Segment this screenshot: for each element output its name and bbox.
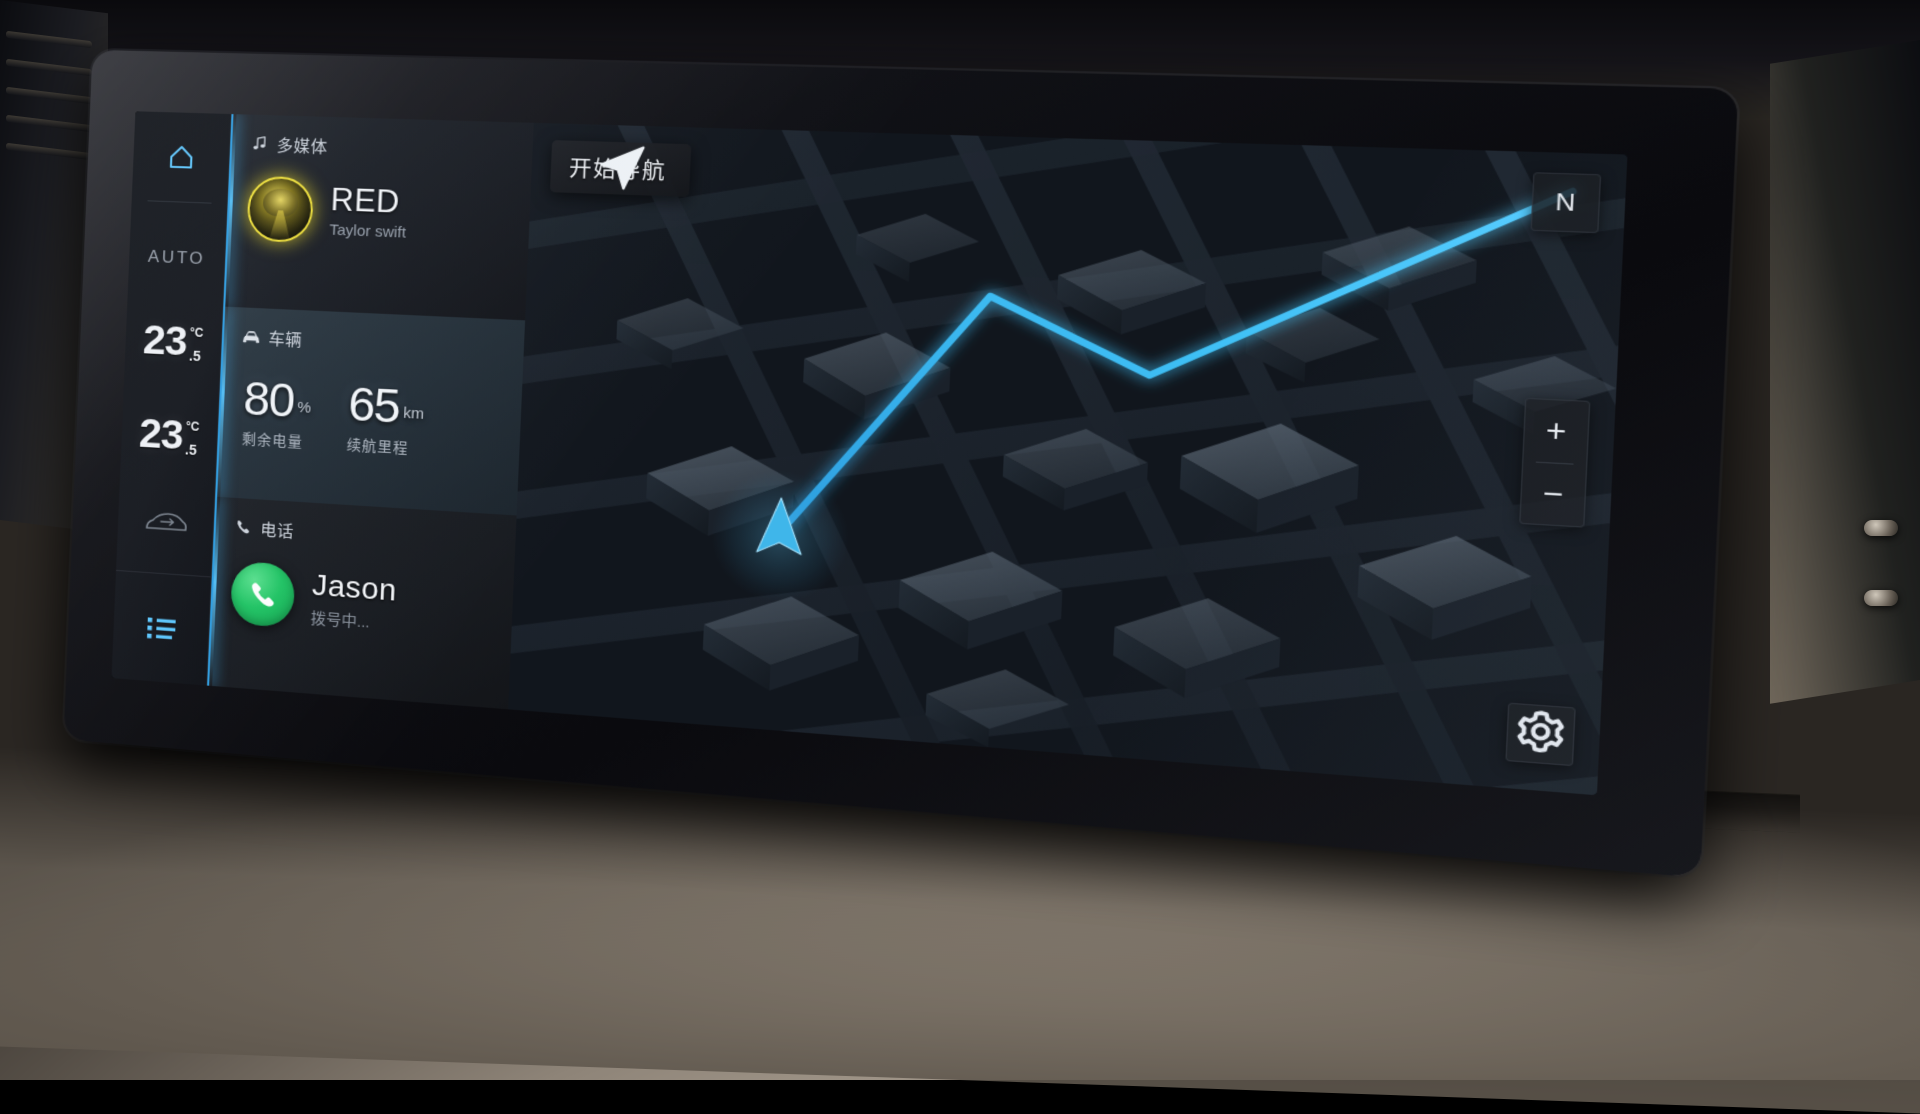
display-screen: AUTO 23 °C .5 23 °C .5	[111, 111, 1627, 795]
dashboard-knob-upper[interactable]	[1864, 520, 1898, 536]
driver-temp-value: 23	[142, 321, 187, 361]
map-settings-button[interactable]	[1505, 703, 1575, 767]
vehicle-stats: 80 % 剩余电量 65 km 续航里程	[237, 376, 503, 463]
zoom-out-button[interactable]: −	[1520, 461, 1586, 526]
battery-label: 剩余电量	[241, 429, 310, 453]
passenger-temp-unit: °C	[186, 420, 200, 433]
vehicle-stat-battery: 80 % 剩余电量	[241, 377, 312, 453]
widget-card-column: 多媒体 RED Taylor swift	[207, 114, 534, 709]
passenger-temp-decimal: .5	[185, 442, 199, 457]
range-unit: km	[403, 405, 425, 424]
home-icon	[163, 139, 198, 174]
vehicle-card-header: 车辆	[242, 324, 506, 361]
navigation-map[interactable]: 开始导航 N + −	[508, 123, 1627, 795]
driver-temp-unit: °C	[190, 326, 204, 339]
map-zoom-controls: + −	[1519, 398, 1590, 528]
battery-value: 80	[243, 377, 295, 423]
battery-unit: %	[297, 399, 311, 417]
dashboard-knob-lower[interactable]	[1864, 590, 1898, 606]
phone-card[interactable]: 电话 Jason 拨号中...	[207, 497, 516, 710]
album-art-avatar[interactable]	[246, 176, 314, 244]
start-navigation-button[interactable]: 开始导航	[550, 140, 692, 197]
infotainment-display: AUTO 23 °C .5 23 °C .5	[64, 50, 1739, 878]
vehicle-card[interactable]: 车辆 80 % 剩余电量 65	[215, 307, 525, 516]
passenger-temp-value: 23	[138, 414, 183, 454]
active-call: Jason 拨号中...	[230, 561, 495, 643]
passenger-temperature[interactable]: 23 °C .5	[138, 414, 200, 457]
vehicle-stat-range: 65 km 续航里程	[346, 382, 425, 459]
zoom-out-label: −	[1542, 475, 1564, 512]
navigation-arrow-icon	[550, 140, 692, 197]
vehicle-card-title: 车辆	[268, 325, 303, 351]
climate-auto-label[interactable]: AUTO	[148, 247, 206, 270]
car-dashboard: AUTO 23 °C .5 23 °C .5	[0, 0, 1920, 1080]
music-note-icon	[250, 134, 269, 153]
media-card-title: 多媒体	[276, 132, 328, 158]
track-artist: Taylor swift	[329, 221, 406, 241]
call-status: 拨号中...	[310, 606, 395, 634]
track-title: RED	[330, 184, 408, 220]
compass-north-button[interactable]: N	[1531, 172, 1602, 233]
phone-card-title: 电话	[260, 516, 295, 543]
climate-controls: AUTO 23 °C .5 23 °C .5	[116, 201, 227, 577]
compass-label: N	[1555, 188, 1577, 218]
range-value: 65	[347, 382, 400, 428]
media-now-playing: RED Taylor swift	[246, 176, 512, 251]
map-canvas	[508, 123, 1627, 795]
driver-temp-decimal: .5	[189, 348, 203, 363]
media-card-header: 多媒体	[250, 131, 514, 164]
car-icon	[242, 327, 261, 346]
zoom-in-label: +	[1545, 413, 1567, 450]
media-card[interactable]: 多媒体 RED Taylor swift	[223, 114, 533, 320]
call-action-button[interactable]	[230, 561, 296, 628]
caller-name: Jason	[311, 568, 397, 609]
phone-icon	[234, 517, 253, 536]
zoom-in-button[interactable]: +	[1523, 399, 1589, 464]
right-air-vent	[1770, 40, 1920, 704]
car-airflow-icon	[142, 508, 189, 537]
list-menu-icon	[143, 613, 178, 644]
phone-card-header: 电话	[234, 514, 497, 556]
driver-temperature[interactable]: 23 °C .5	[142, 321, 204, 363]
airflow-button[interactable]	[142, 508, 189, 537]
range-label: 续航里程	[346, 434, 423, 459]
phone-handset-icon	[247, 578, 279, 611]
gear-icon	[1507, 704, 1575, 765]
app-menu-button[interactable]	[111, 570, 210, 686]
home-button[interactable]	[132, 111, 231, 203]
